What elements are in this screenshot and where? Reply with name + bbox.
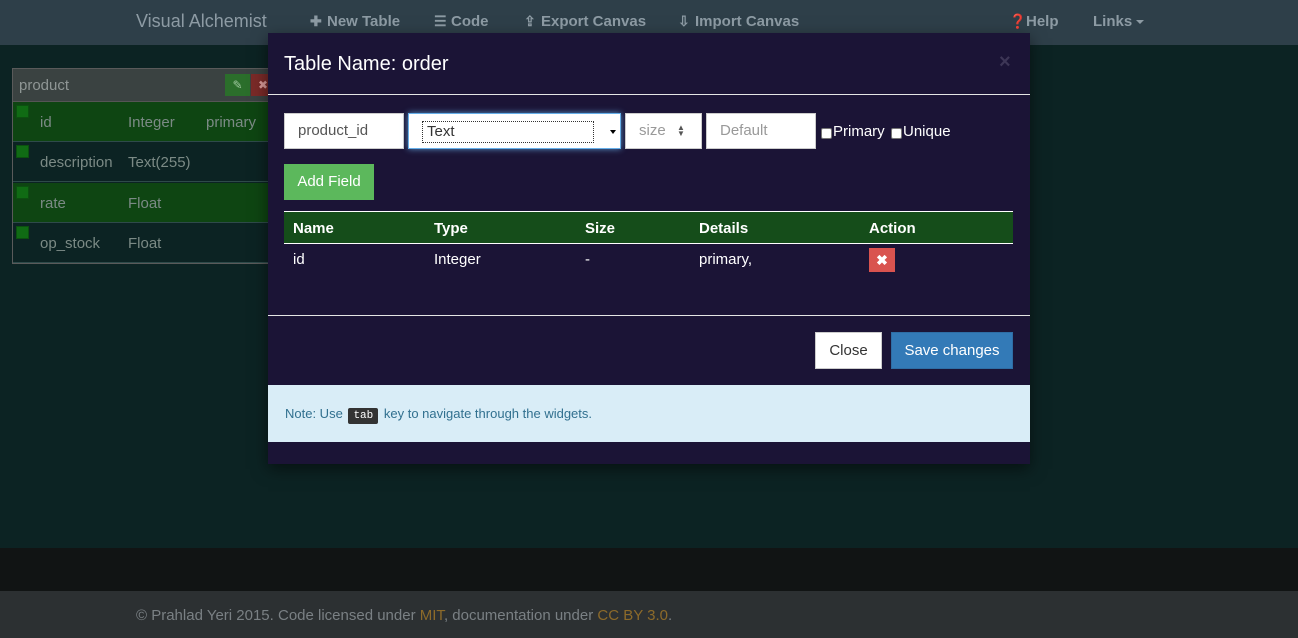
nav-code-label: Code [451,13,489,30]
remove-icon: ✖ [876,252,888,268]
remove-field-button[interactable]: ✖ [869,248,895,272]
edit-table-modal: Table Name: order × product_id Text size… [268,33,1030,464]
field-connector[interactable] [16,186,29,199]
edit-icon: ✎ [232,78,243,92]
modal-title: Table Name: order [284,53,449,75]
canvas-bottom-strip [0,548,1298,591]
table-row[interactable]: id Integer primary [13,102,273,142]
question-circle-icon: ❓ [1009,13,1027,29]
note-alert: Note: Use tab key to navigate through th… [268,385,1030,442]
field-name: id [40,114,52,131]
nav-help-label: Help [1026,13,1059,30]
close-button[interactable]: Close [815,332,882,369]
cell-type: Integer [434,251,481,268]
close-icon: ✖ [257,78,269,92]
canvas-table-title: product [19,77,70,94]
add-field-button[interactable]: Add Field [284,164,374,200]
footer-text-1: © Prahlad Yeri 2015. Code licensed under [136,607,416,624]
field-extra: primary [206,114,257,131]
modal-footer-divider [268,315,1030,316]
list-icon: ☰ [434,13,447,29]
caret-down-icon [1136,20,1145,25]
field-name: op_stock [40,235,101,252]
col-action: Action [869,220,916,237]
col-details: Details [699,220,749,237]
nav-links[interactable]: Links [1093,13,1145,30]
primary-label: Primary [833,123,885,140]
field-connector[interactable] [16,226,29,239]
save-button[interactable]: Save changes [891,332,1013,369]
nav-new-table[interactable]: ✚ New Table [310,13,400,30]
field-connector[interactable] [16,105,29,118]
cell-details: primary, [699,251,753,268]
nav-new-table-label: New Table [327,13,401,30]
canvas-table-header[interactable]: product ✎ ✖ [13,69,275,102]
field-size-input[interactable]: size [625,113,702,149]
plus-icon: ✚ [310,13,322,29]
modal-header-divider [268,94,1030,95]
spinner-icon[interactable]: ▲ ▼ [677,124,685,138]
note-prefix: Note: Use [285,406,343,421]
nav-export-canvas[interactable]: ⇪ Export Canvas [524,13,646,30]
field-connector[interactable] [16,145,29,158]
field-type-selected: Text [422,121,594,143]
canvas-table-product[interactable]: product ✎ ✖ id Integer primary descripti… [12,68,275,264]
nav-code[interactable]: ☰ Code [434,13,489,30]
nav-import-canvas-label: Import Canvas [695,13,800,30]
unique-checkbox[interactable] [891,128,902,139]
nav-import-canvas[interactable]: ⇩ Import Canvas [678,13,799,30]
cell-name: id [293,251,305,268]
field-type: Float [128,235,162,252]
edit-table-button[interactable]: ✎ [225,74,250,96]
nav-links-label: Links [1093,13,1133,30]
field-default-placeholder: Default [720,122,768,139]
table-row[interactable]: description Text(255) [13,142,273,182]
page-footer: © Prahlad Yeri 2015. Code licensed under… [0,591,1298,638]
note-suffix: key to navigate through the widgets. [383,406,593,421]
field-type: Text(255) [128,154,191,171]
fields-table-header: Name Type Size Details Action [284,211,1013,244]
close-icon[interactable]: × [999,51,1011,74]
field-type-select[interactable]: Text [408,113,621,149]
note-text: Note: Use tab key to navigate through th… [285,406,592,424]
table-row[interactable]: rate Float [13,183,273,223]
table-row[interactable]: op_stock Float [13,223,273,263]
col-size: Size [585,220,616,237]
field-name: rate [40,195,66,212]
tab-key: tab [348,408,379,424]
primary-checkbox[interactable] [821,128,832,139]
chevron-down-icon [610,130,616,134]
field-type: Float [128,195,162,212]
col-name: Name [293,220,334,237]
import-icon: ⇩ [678,13,690,29]
nav-export-canvas-label: Export Canvas [541,13,647,30]
cell-size: - [585,251,590,268]
footer-text-3: . [667,607,673,624]
field-name: description [40,154,113,171]
footer-text: © Prahlad Yeri 2015. Code licensed under… [136,607,672,624]
footer-text-2: , documentation under [443,607,594,624]
col-type: Type [434,220,468,237]
field-default-input[interactable]: Default [706,113,816,149]
unique-label: Unique [903,123,951,140]
field-size-placeholder: size [639,122,666,139]
field-name-input[interactable]: product_id [284,113,404,149]
nav-help[interactable]: ❓Help [1009,13,1059,30]
mit-license-link[interactable]: MIT [420,607,444,624]
field-type: Integer [128,114,175,131]
export-icon: ⇪ [524,13,536,29]
cc-license-link[interactable]: CC BY 3.0 [597,607,668,624]
brand[interactable]: Visual Alchemist [136,11,267,32]
